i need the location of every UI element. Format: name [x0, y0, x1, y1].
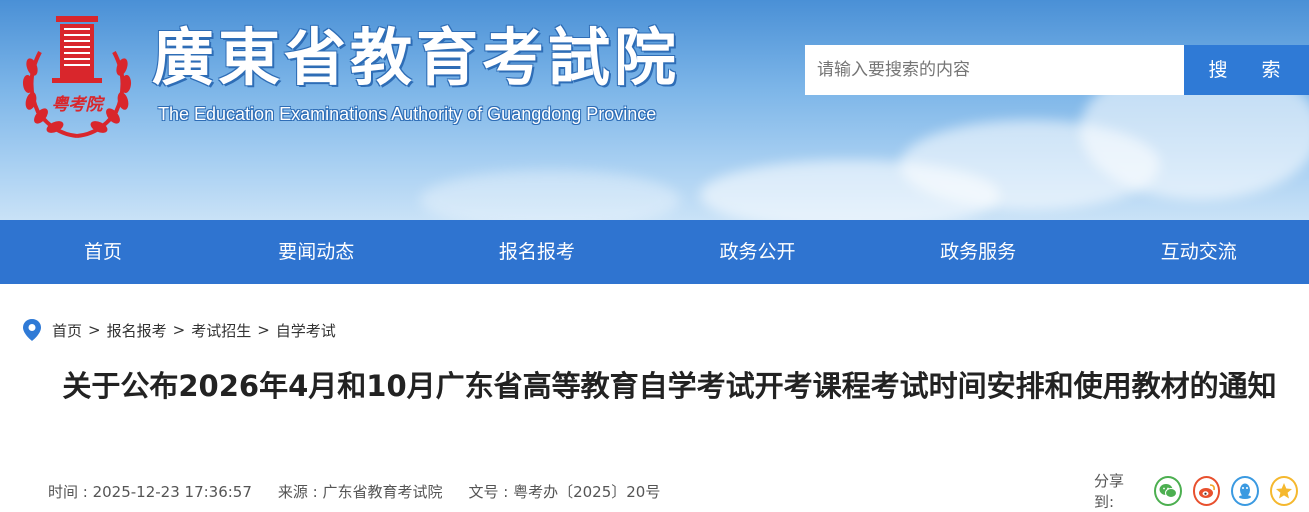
nav-item-interaction[interactable]: 互动交流 [1088, 220, 1309, 284]
breadcrumb-home[interactable]: 首页 [52, 320, 82, 341]
main-nav: 首页 要闻动态 报名报考 政务公开 政务服务 互动交流 [0, 220, 1309, 284]
site-subtitle: The Education Examinations Authority of … [158, 104, 657, 124]
article-source: 来源 : 广东省教育考试院 [277, 483, 443, 501]
document-number: 文号 : 粤考办〔2025〕20号 [468, 483, 661, 501]
search-input[interactable] [805, 45, 1185, 95]
logo-emblem-icon[interactable]: 粤考院 [18, 12, 136, 140]
breadcrumb-separator: > [88, 321, 101, 339]
nav-item-registration[interactable]: 报名报考 [427, 220, 648, 284]
search-button[interactable]: 搜 索 [1184, 45, 1309, 95]
breadcrumb-exam-admission[interactable]: 考试招生 [191, 320, 251, 341]
share-label: 分享到: [1094, 472, 1125, 511]
nav-item-news[interactable]: 要闻动态 [206, 220, 427, 284]
site-title[interactable]: 廣東省教育考試院 [152, 20, 680, 96]
qzone-icon[interactable] [1270, 476, 1298, 506]
breadcrumb-registration[interactable]: 报名报考 [107, 320, 167, 341]
breadcrumb: 首页 > 报名报考 > 考试招生 > 自学考试 [22, 318, 336, 342]
breadcrumb-separator: > [257, 321, 270, 339]
header-banner: 粤考院 廣東省教育考試院 The Education Examinations … [0, 0, 1309, 220]
breadcrumb-self-study[interactable]: 自学考试 [276, 320, 336, 341]
article-meta: 时间 : 2025-12-23 17:36:57 来源 : 广东省教育考试院 文… [48, 481, 686, 502]
svg-text:粤考院: 粤考院 [52, 95, 106, 115]
nav-item-home[interactable]: 首页 [0, 220, 206, 284]
weibo-icon[interactable] [1192, 476, 1221, 506]
nav-item-public-affairs[interactable]: 政务公开 [647, 220, 868, 284]
share-bar: 分享到: [1094, 470, 1309, 512]
breadcrumb-separator: > [172, 321, 186, 339]
nav-item-services[interactable]: 政务服务 [868, 220, 1089, 284]
cloud-decoration [420, 170, 680, 220]
location-pin-icon [23, 319, 41, 341]
wechat-icon[interactable] [1153, 476, 1182, 506]
qq-icon[interactable] [1231, 476, 1260, 506]
article-title: 关于公布2026年4月和10月广东省高等教育自学考试开考课程考试时间安排和使用教… [62, 369, 1277, 403]
publish-time: 时间 : 2025-12-23 17:36:57 [48, 483, 252, 501]
